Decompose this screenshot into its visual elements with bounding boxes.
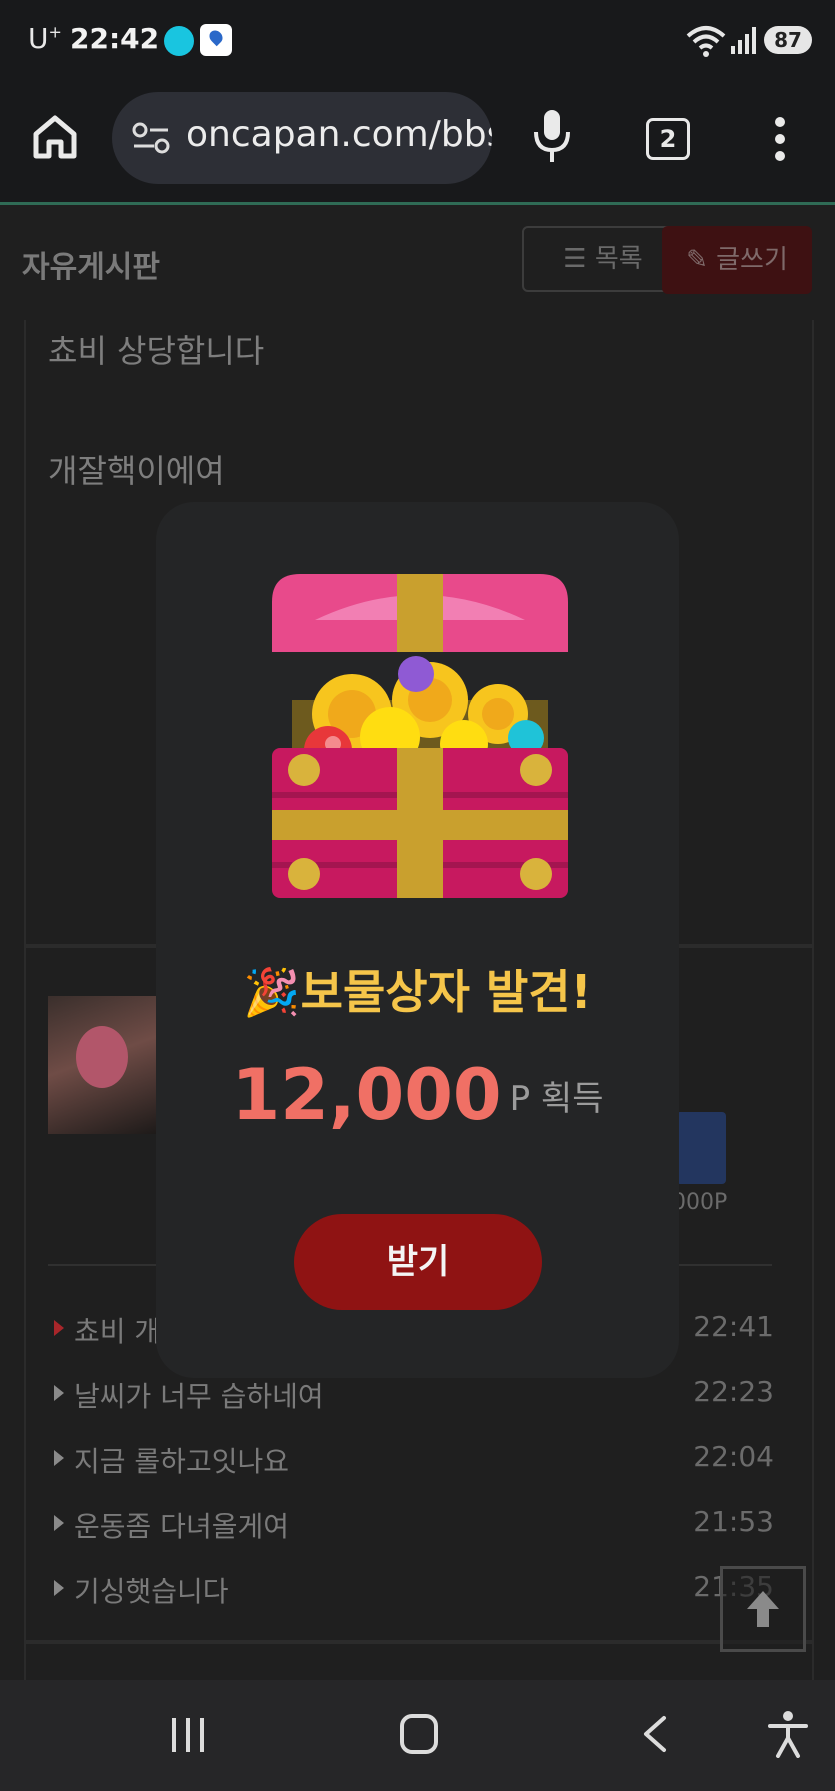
wifi-icon [686, 26, 726, 57]
modal-title: 🎉보물상자 발견! [243, 965, 592, 1019]
list-item-title: 쵸비 개 [74, 1315, 161, 1348]
list-item-time: 22:41 [693, 1310, 774, 1343]
browser-toolbar: oncapan.com/bbs 2 [0, 80, 835, 205]
list-item-title: 날씨가 너무 습하네여 [74, 1380, 324, 1413]
more-icon[interactable] [770, 114, 790, 164]
scroll-top-button[interactable] [720, 1566, 806, 1652]
app-swirl-icon [164, 26, 194, 56]
list-item-title: 지금 롤하고잇나요 [74, 1445, 289, 1478]
write-button[interactable]: ✎ 글쓰기 [662, 226, 812, 294]
list-item-time: 21:53 [693, 1505, 774, 1538]
url-text: oncapan.com/bbs [186, 114, 492, 155]
pencil-icon: ✎ [686, 245, 708, 275]
point-text: 000P [672, 1190, 728, 1215]
mic-icon[interactable] [532, 108, 572, 164]
receive-button[interactable]: 받기 [294, 1214, 542, 1310]
list-button-label: 목록 [594, 244, 643, 274]
triangle-icon [54, 1385, 64, 1401]
carrier-label: U+ [28, 22, 62, 55]
back-icon[interactable] [640, 1714, 670, 1754]
clock: 22:42 [70, 22, 160, 55]
recent-apps-icon[interactable] [170, 1716, 206, 1754]
tabs-button[interactable]: 2 [646, 118, 690, 160]
accessibility-icon[interactable] [768, 1710, 808, 1758]
post-text-line: 개잘핵이에여 [48, 452, 225, 490]
system-nav-bar [0, 1680, 835, 1791]
battery-icon: 87 [764, 26, 812, 54]
point-bar [676, 1112, 726, 1184]
board-title: 자유게시판 [22, 250, 160, 285]
triangle-icon [54, 1320, 64, 1336]
list-item[interactable]: 지금 롤하고잇나요 22:04 [54, 1440, 774, 1480]
app-map-icon [200, 24, 232, 56]
home-icon[interactable] [30, 112, 80, 162]
triangle-icon [54, 1515, 64, 1531]
list-item-time: 22:23 [693, 1375, 774, 1408]
list-item-title: 기싱햇습니다 [74, 1575, 229, 1608]
list-item[interactable]: 운동좀 다녀올게여 21:53 [54, 1505, 774, 1545]
reward-line: 12,000 P 획득 [156, 1054, 679, 1136]
arrow-up-icon [747, 1591, 779, 1627]
write-button-label: 글쓰기 [716, 245, 788, 275]
list-item-title: 운동좀 다녀올게여 [74, 1510, 289, 1543]
list-button[interactable]: ☰ 목록 [522, 226, 684, 292]
treasure-modal: 🎉보물상자 발견! 12,000 P 획득 받기 [156, 502, 679, 1378]
list-icon: ☰ [563, 244, 587, 274]
triangle-icon [54, 1450, 64, 1466]
list-item[interactable]: 기싱햇습니다 21:35 [54, 1570, 774, 1610]
reward-amount: 12,000 [231, 1054, 502, 1136]
signal-icon [731, 27, 756, 54]
site-settings-icon[interactable] [132, 122, 170, 154]
home-nav-icon[interactable] [400, 1714, 438, 1754]
triangle-icon [54, 1580, 64, 1596]
treasure-chest-icon [272, 574, 568, 898]
list-item[interactable]: 날씨가 너무 습하네여 22:23 [54, 1375, 774, 1415]
address-bar[interactable]: oncapan.com/bbs [112, 92, 492, 184]
author-thumbnail[interactable] [48, 996, 158, 1134]
list-item-time: 22:04 [693, 1440, 774, 1473]
divider [24, 1640, 812, 1644]
status-bar: U+ 22:42 87 [0, 0, 835, 80]
reward-unit: P 획득 [509, 1078, 604, 1119]
post-text-line: 쵸비 상당합니다 [48, 332, 265, 370]
